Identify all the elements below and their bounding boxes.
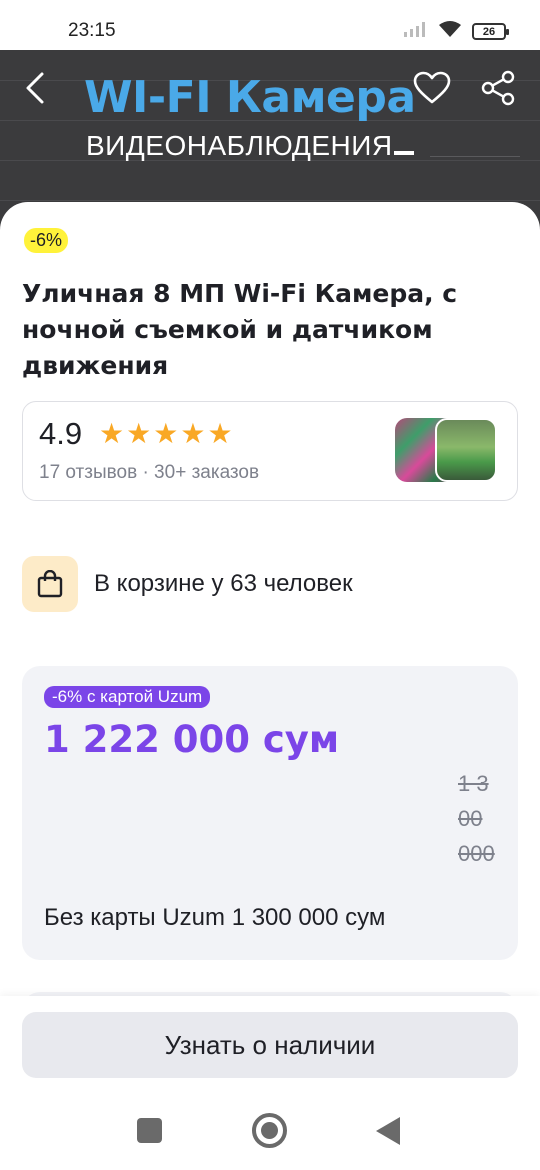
rating-stars: ★ ★ ★ ★ ★ [99, 420, 233, 448]
share-button[interactable] [478, 70, 518, 110]
review-photo-thumbnail[interactable] [435, 418, 497, 482]
price-block: -6% с картой Uzum 1 222 000 сум 1 300 00… [22, 666, 518, 960]
star-icon: ★ [180, 418, 206, 449]
old-price: 1 300 000 [458, 771, 495, 866]
product-title: Уличная 8 МП Wi-Fi Камера, с ночной съем… [22, 279, 458, 380]
rating-summary[interactable]: 4.9 ★ ★ ★ ★ ★ 17 отзывов · 30+ заказов [22, 401, 518, 501]
discount-badge: -6% [24, 228, 69, 253]
check-availability-button[interactable]: Узнать о наличии [22, 1012, 518, 1078]
status-icons: 26 [404, 20, 509, 43]
star-icon: ★ [153, 418, 179, 449]
star-icon: ★ [126, 418, 152, 449]
status-time: 23:15 [68, 20, 116, 41]
back-button[interactable] [16, 70, 56, 110]
banner-title: WI-FI Камера [84, 72, 416, 123]
card-price: 1 222 000 сум [44, 718, 340, 761]
wifi-icon [438, 20, 462, 43]
cursor-decoration [393, 151, 414, 155]
battery-level: 26 [482, 25, 496, 38]
banner-subtitle: ВИДЕОНАБЛЮДЕНИЯ [86, 130, 414, 162]
card-discount-badge: -6% с картой Uzum [44, 686, 211, 708]
recents-icon[interactable] [137, 1118, 162, 1143]
banner-subtitle-text: ВИДЕОНАБЛЮДЕНИЯ [86, 130, 393, 161]
star-icon: ★ [207, 418, 233, 449]
rating-value: 4.9 [39, 416, 83, 451]
heart-icon [413, 71, 451, 110]
cart-count-text: В корзине у 63 человек [94, 570, 353, 597]
share-icon [480, 70, 516, 111]
bottom-action-bar: Узнать о наличии [0, 996, 540, 1096]
battery-icon: 26 [472, 23, 509, 40]
status-bar: 23:15 26 [0, 0, 540, 50]
system-navigation-bar [0, 1096, 540, 1170]
product-card: -6% Уличная 8 МП Wi-Fi Камера, с ночной … [0, 202, 540, 1032]
no-card-price: Без карты Uzum 1 300 000 сум [44, 904, 386, 931]
banner-divider [430, 156, 520, 157]
signal-icon [404, 21, 428, 42]
star-icon: ★ [99, 418, 125, 449]
favorite-button[interactable] [412, 70, 452, 110]
reviews-orders-count: 17 отзывов · 30+ заказов [39, 462, 260, 483]
shopping-bag-icon [22, 556, 78, 612]
cart-popularity: В корзине у 63 человек [22, 556, 518, 612]
back-arrow-icon [24, 71, 48, 110]
home-icon[interactable] [252, 1113, 287, 1148]
back-icon[interactable] [376, 1117, 400, 1145]
